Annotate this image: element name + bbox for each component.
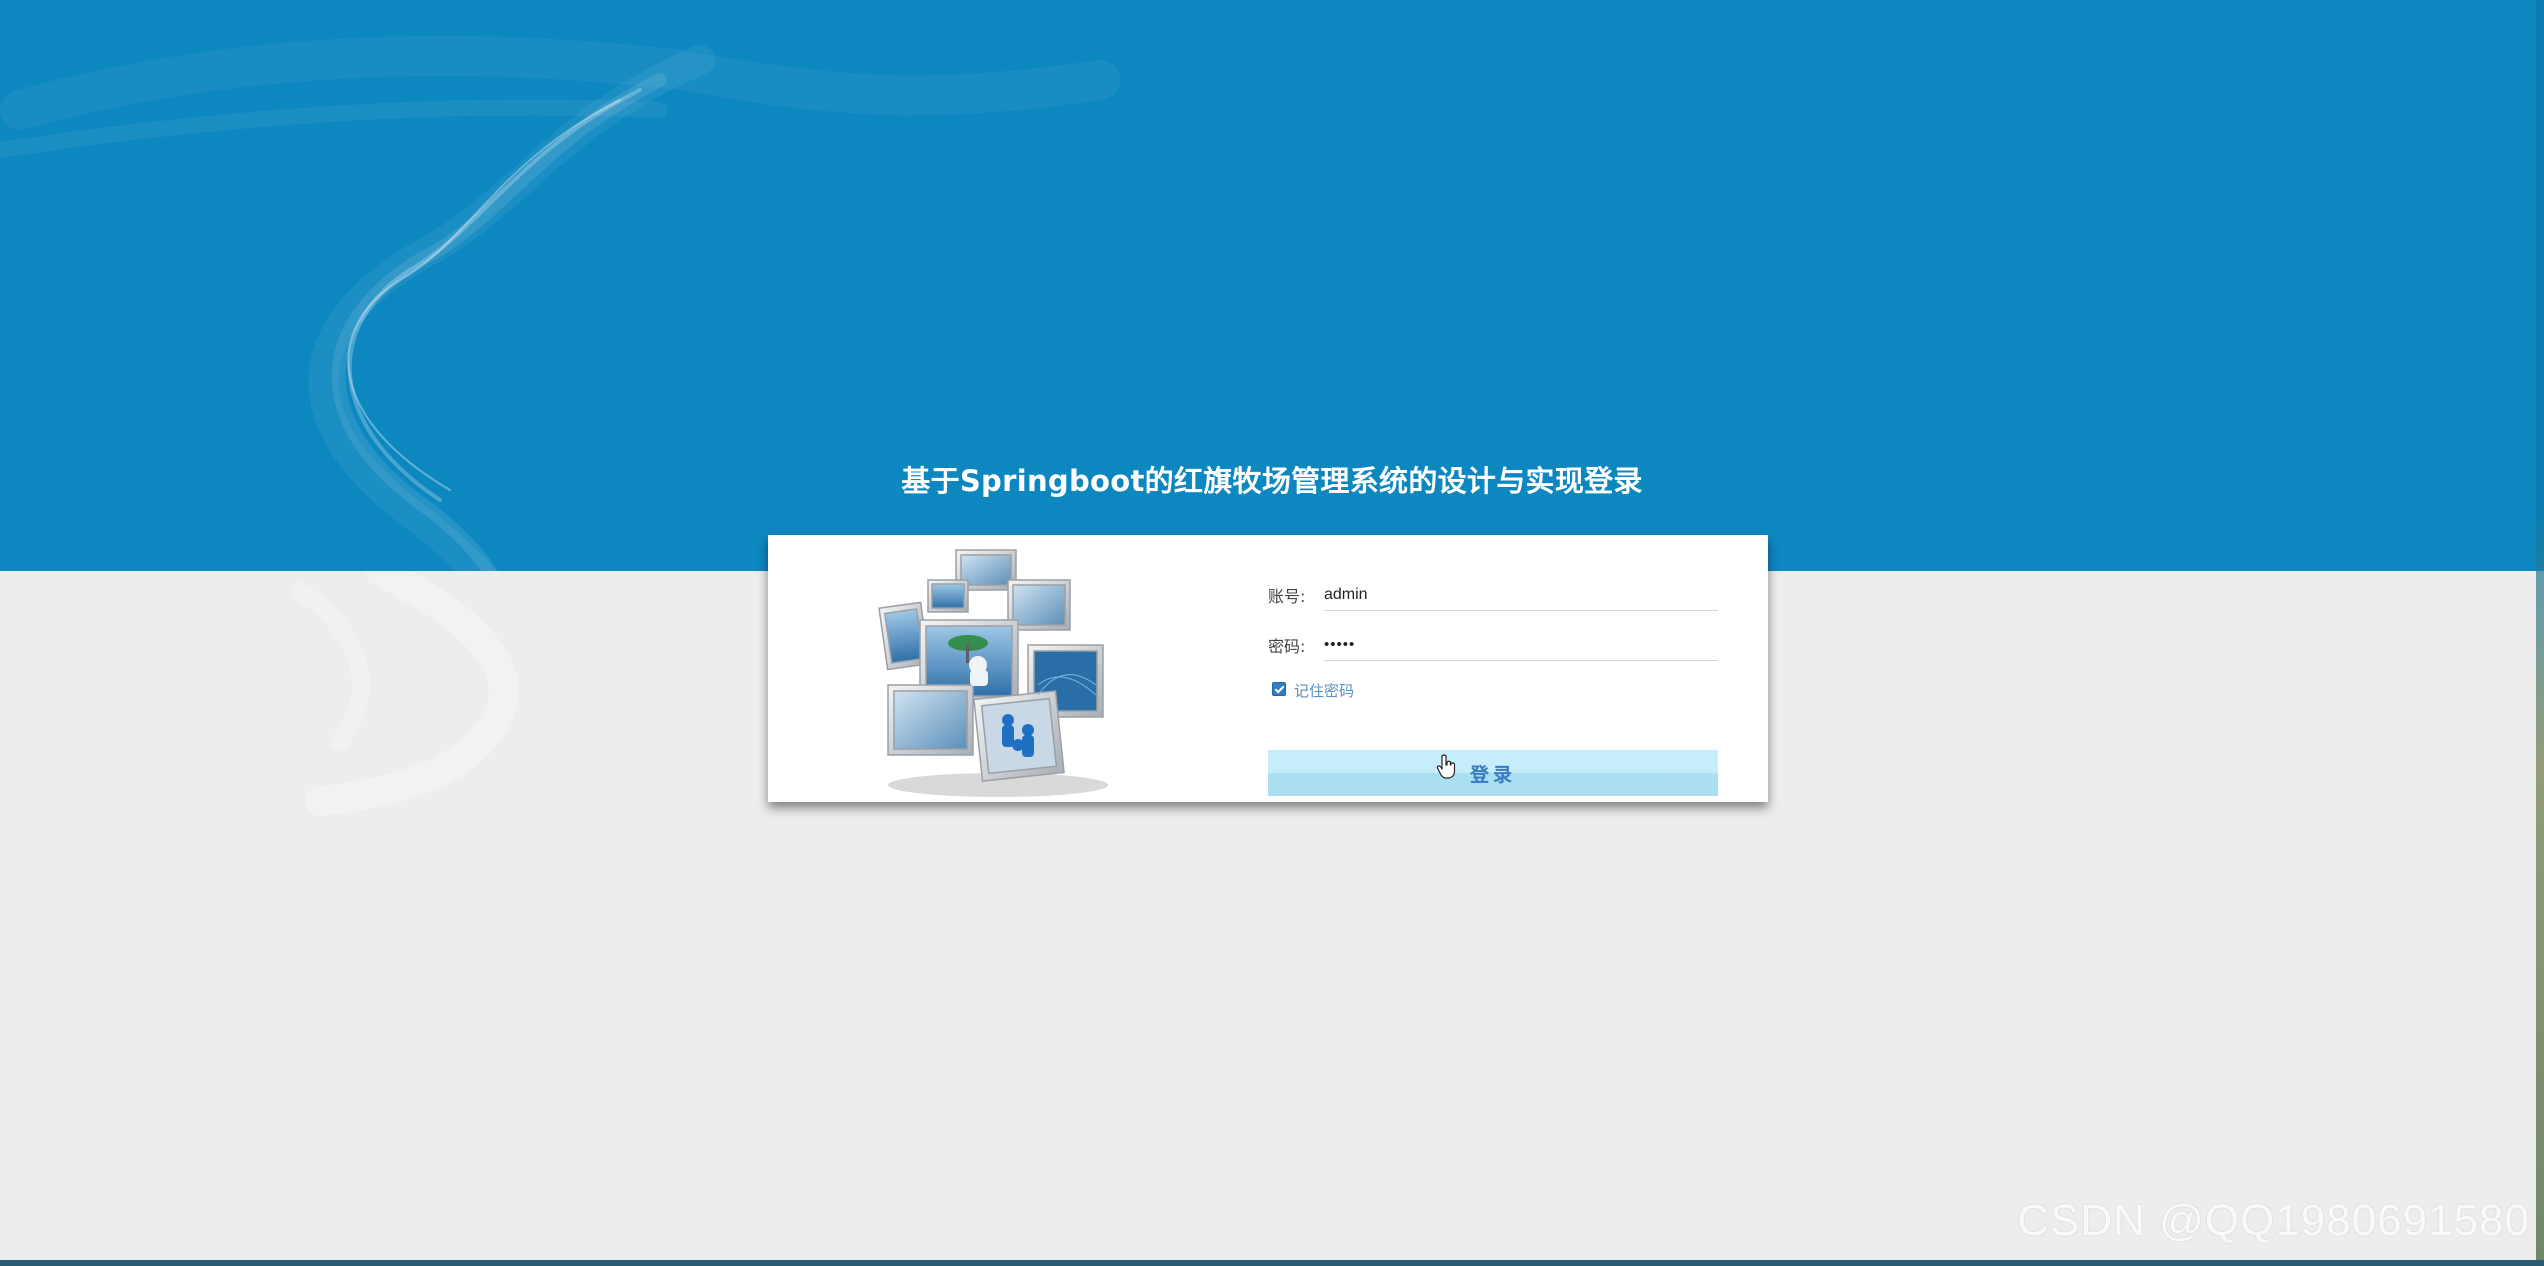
login-form: 账号: 密码: 记住密码 登录 (1268, 575, 1718, 796)
page-title: 基于Springboot的红旗牧场管理系统的设计与实现登录 (901, 464, 1643, 498)
password-input[interactable] (1324, 625, 1718, 661)
username-row: 账号: (1268, 575, 1718, 625)
remember-password-row: 记住密码 (1268, 677, 1718, 727)
login-button[interactable]: 登录 (1268, 750, 1718, 796)
window-edge (2536, 0, 2544, 1266)
password-label: 密码: (1268, 637, 1306, 656)
login-card: 账号: 密码: 记住密码 登录 (768, 535, 1768, 802)
decorative-swirl-lower (291, 571, 519, 816)
username-label: 账号: (1268, 587, 1306, 606)
remember-password-label[interactable]: 记住密码 (1294, 680, 1354, 701)
remember-password-checkbox[interactable] (1272, 682, 1286, 696)
username-input[interactable] (1324, 575, 1718, 611)
monitors-collage-illustration (878, 549, 1108, 797)
password-row: 密码: (1268, 625, 1718, 675)
watermark: CSDN @QQ1980691580 (2017, 1196, 2530, 1245)
hand-pointer-icon (1436, 754, 1456, 779)
taskbar-edge (0, 1260, 2544, 1266)
